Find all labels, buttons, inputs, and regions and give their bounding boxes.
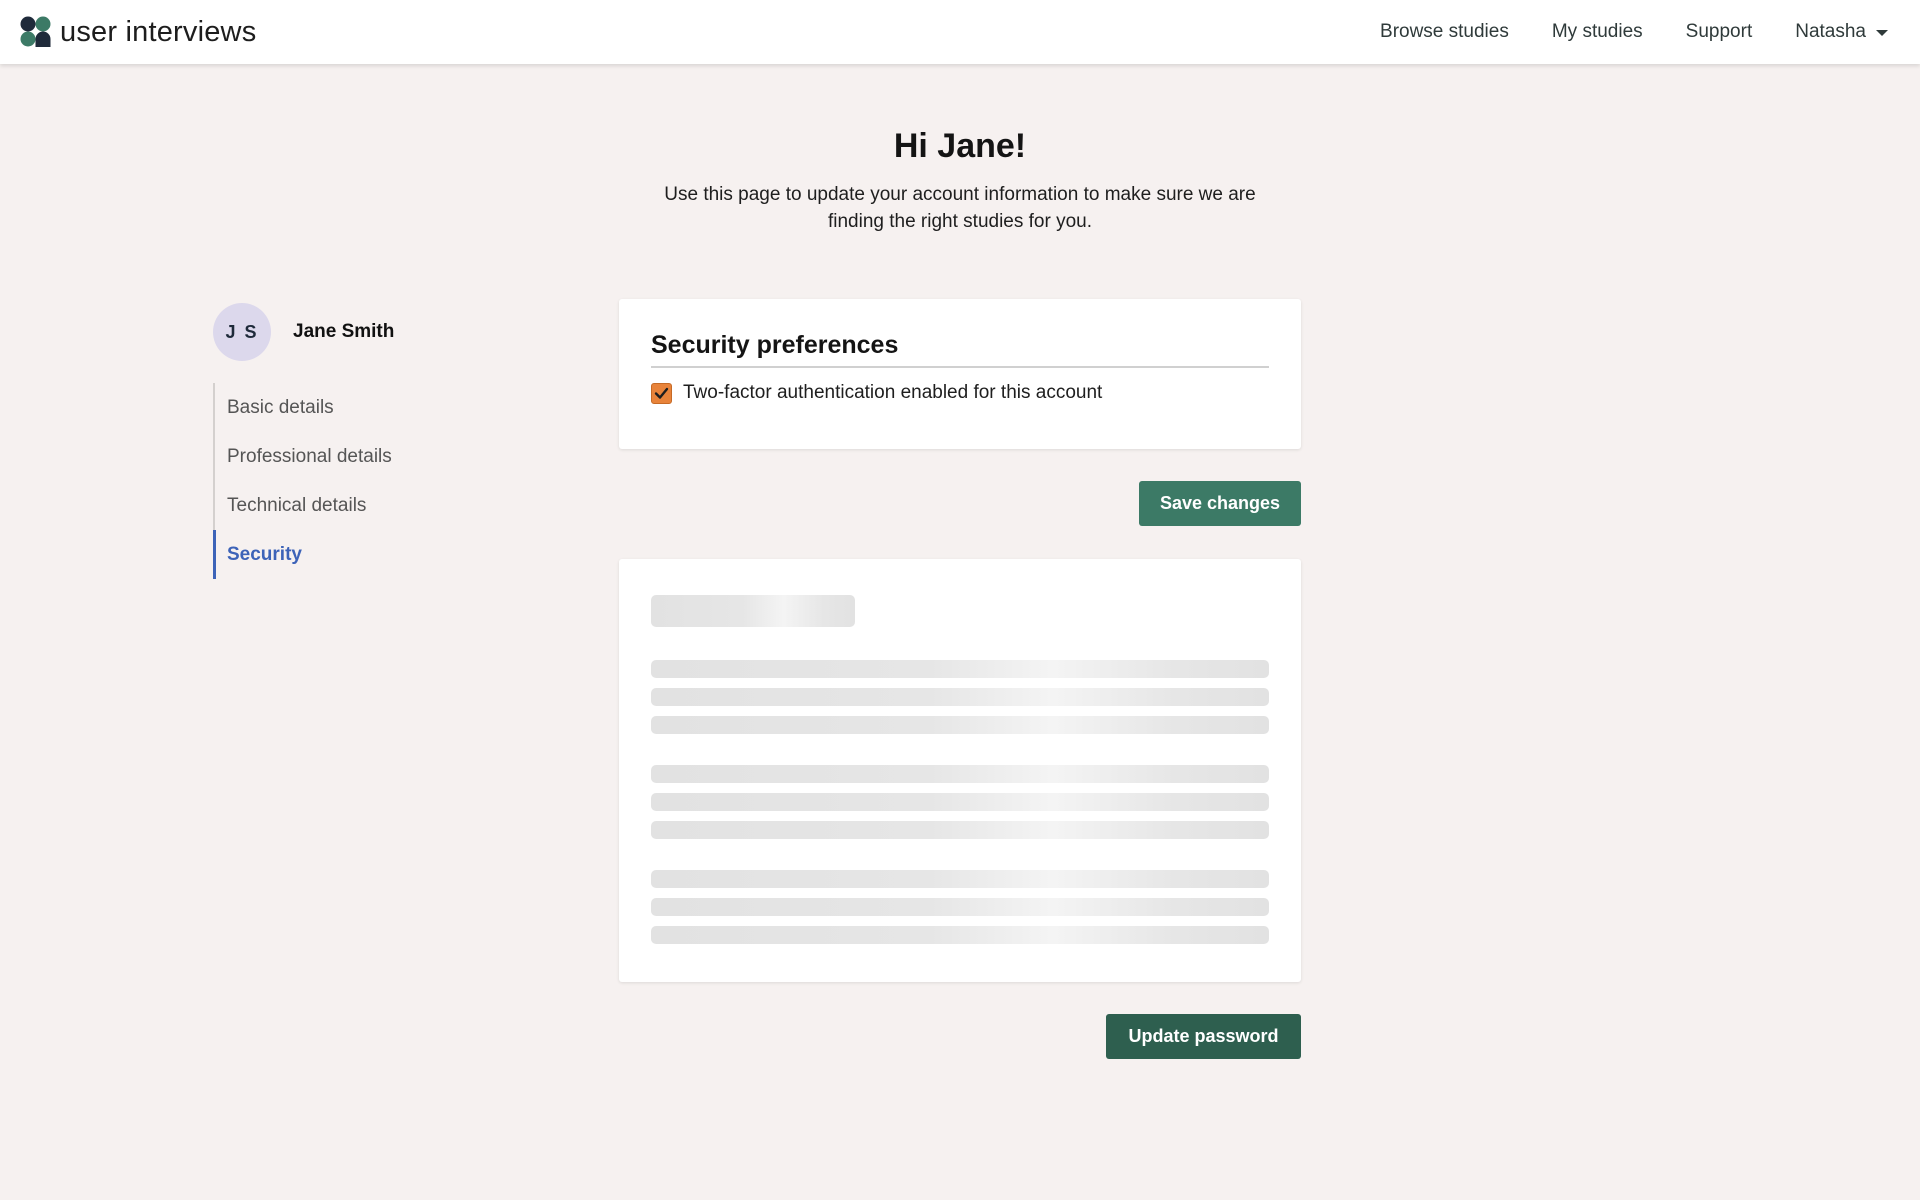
skeleton-line <box>651 870 1269 888</box>
avatar: J S <box>213 303 271 361</box>
nav-link-browse-studies[interactable]: Browse studies <box>1380 21 1509 43</box>
skeleton-line <box>651 793 1269 811</box>
skeleton-line <box>651 821 1269 839</box>
user-interviews-logo-icon <box>20 16 52 48</box>
two-factor-checkbox[interactable] <box>651 382 672 404</box>
page-title: Hi Jane! <box>893 127 1027 165</box>
user-menu-dropdown[interactable]: Natasha <box>1795 21 1888 43</box>
sidebar-item-technical-details[interactable]: Technical details <box>215 481 473 530</box>
skeleton-line <box>651 688 1269 706</box>
brand-name: user interviews <box>60 15 257 48</box>
save-changes-button[interactable]: Save changes <box>1139 481 1301 526</box>
skeleton-line <box>651 660 1269 678</box>
checkmark-icon <box>654 387 669 399</box>
top-navigation-bar: user interviews Browse studies My studie… <box>0 0 1920 64</box>
account-sections-nav: Basic details Professional details Techn… <box>213 383 473 579</box>
security-preferences-card: Security preferences Two-factor authenti… <box>619 299 1301 449</box>
section-divider <box>651 366 1269 368</box>
nav-link-support[interactable]: Support <box>1686 21 1753 43</box>
skeleton-line <box>651 765 1269 783</box>
profile-name: Jane Smith <box>293 321 395 342</box>
sidebar-item-security[interactable]: Security <box>213 530 473 579</box>
profile-summary: J S Jane Smith <box>213 303 394 361</box>
password-card-loading-skeleton <box>619 559 1301 982</box>
two-factor-option[interactable]: Two-factor authentication enabled for th… <box>651 382 1102 404</box>
update-password-button[interactable]: Update password <box>1106 1014 1301 1059</box>
two-factor-label: Two-factor authentication enabled for th… <box>683 382 1103 403</box>
skeleton-title-placeholder <box>651 595 855 627</box>
skeleton-line <box>651 898 1269 916</box>
nav-link-my-studies[interactable]: My studies <box>1552 21 1643 43</box>
main-nav: Browse studies My studies Support Natash… <box>1337 0 1888 64</box>
security-preferences-title: Security preferences <box>651 331 899 359</box>
chevron-down-icon <box>1876 30 1888 36</box>
page-intro-text: Use this page to update your account inf… <box>664 184 1256 232</box>
brand-logo-link[interactable]: user interviews <box>20 16 256 48</box>
skeleton-line <box>651 716 1269 734</box>
sidebar-item-basic-details[interactable]: Basic details <box>215 383 473 432</box>
skeleton-line <box>651 926 1269 944</box>
user-menu-label: Natasha <box>1795 21 1866 42</box>
sidebar-item-professional-details[interactable]: Professional details <box>215 432 473 481</box>
